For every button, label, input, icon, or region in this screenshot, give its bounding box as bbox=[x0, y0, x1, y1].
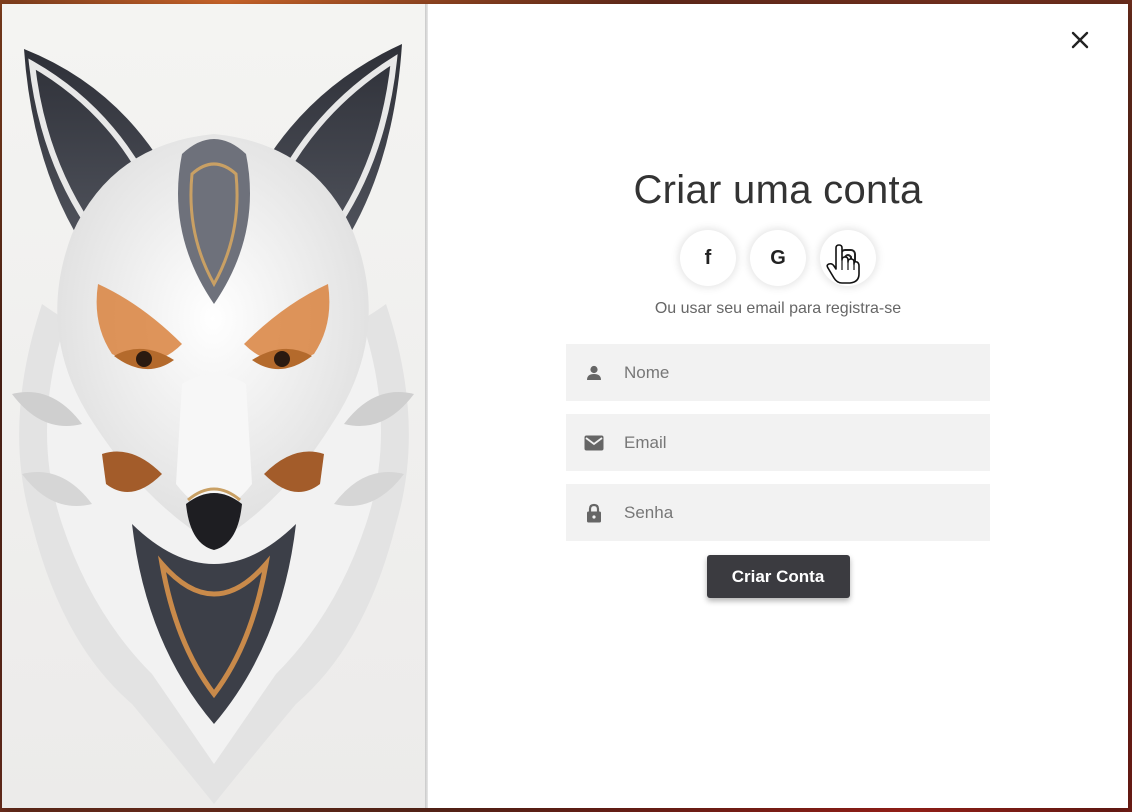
email-input[interactable] bbox=[622, 431, 966, 454]
close-button[interactable] bbox=[1066, 26, 1094, 54]
signup-form-panel: Criar uma conta f G Ou usar seu email pa… bbox=[428, 4, 1128, 808]
name-field bbox=[566, 344, 990, 401]
password-field bbox=[566, 484, 990, 541]
name-input[interactable] bbox=[622, 361, 966, 384]
signup-form: Criar uma conta f G Ou usar seu email pa… bbox=[566, 164, 990, 598]
facebook-button[interactable]: f bbox=[680, 230, 736, 286]
google-button[interactable]: G bbox=[750, 230, 806, 286]
mail-icon bbox=[584, 433, 604, 453]
create-account-button[interactable]: Criar Conta bbox=[706, 555, 850, 598]
social-login-row: f G bbox=[680, 230, 876, 286]
password-input[interactable] bbox=[622, 501, 966, 524]
google-icon: G bbox=[770, 246, 786, 269]
fox-illustration bbox=[2, 4, 425, 808]
facebook-icon: f bbox=[704, 246, 712, 269]
lock-icon bbox=[584, 503, 604, 523]
fingerprint-button[interactable] bbox=[820, 230, 876, 286]
fingerprint-icon bbox=[840, 249, 856, 267]
signup-modal: Criar uma conta f G Ou usar seu email pa… bbox=[2, 4, 1128, 808]
person-icon bbox=[584, 363, 604, 383]
form-subtitle: Ou usar seu email para registra-se bbox=[654, 300, 902, 317]
email-field bbox=[566, 414, 990, 471]
form-title: Criar uma conta bbox=[633, 168, 923, 212]
close-icon bbox=[1071, 31, 1089, 49]
